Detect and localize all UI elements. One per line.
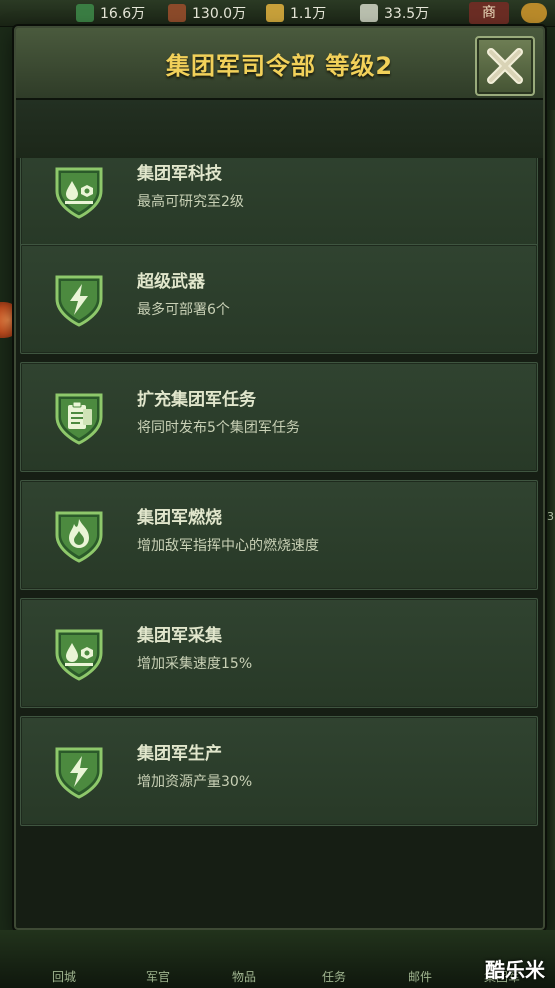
list-item: 集团军采集 增加采集速度15% [20, 598, 538, 708]
resource-tech[interactable]: 33.5万 [360, 3, 429, 23]
item-title: 集团军科技 [137, 164, 222, 184]
list-item: 集团军生产 增加资源产量30% [20, 716, 538, 826]
item-title: 扩充集团军任务 [137, 390, 256, 410]
resource-ore[interactable]: 130.0万 [168, 3, 246, 23]
oil-icon [76, 4, 94, 22]
item-desc: 增加采集速度15% [137, 656, 253, 672]
nav-tasks[interactable]: 任务 [322, 968, 346, 985]
ore-icon [168, 4, 186, 22]
dialog-subheader [16, 100, 543, 158]
dialog-header: 集团军司令部 等级2 [16, 28, 543, 100]
watermark: 酷乐米 [485, 958, 545, 982]
item-title: 超级武器 [137, 272, 205, 292]
list-item: 集团军燃烧 增加敌军指挥中心的燃烧速度 [20, 480, 538, 590]
resource-gold-value: 1.1万 [290, 6, 327, 22]
nav-items[interactable]: 物品 [232, 968, 256, 985]
item-desc: 增加敌军指挥中心的燃烧速度 [137, 538, 319, 554]
item-desc: 最高可研究至2级 [137, 194, 244, 210]
resource-oil[interactable]: 16.6万 [76, 3, 145, 23]
list-item: 集团军科技 最高可研究至2级 [20, 158, 538, 246]
resource-gold[interactable]: 1.1万 [266, 3, 326, 23]
lightning-icon [55, 747, 103, 799]
nav-mail[interactable]: 邮件 [408, 968, 432, 985]
item-desc: 最多可部署6个 [137, 302, 230, 318]
alliance-hq-dialog: 集团军司令部 等级2 集团军科技 最高可研究至2级 超级武器 最多可部署6个 扩… [14, 26, 545, 930]
resource-tech-value: 33.5万 [384, 6, 430, 22]
list-item: 超级武器 最多可部署6个 [20, 244, 538, 354]
flame-icon [55, 511, 103, 563]
lightning-icon [55, 275, 103, 327]
item-title: 集团军生产 [137, 744, 222, 764]
item-desc: 将同时发布5个集团军任务 [137, 420, 300, 436]
shop-button[interactable]: 商 [469, 2, 509, 24]
close-icon [487, 48, 523, 84]
item-title: 集团军燃烧 [137, 508, 222, 528]
resource-icon [55, 167, 103, 219]
nav-return-city[interactable]: 回城 [52, 968, 76, 985]
perk-list[interactable]: 集团军科技 最高可研究至2级 超级武器 最多可部署6个 扩充集团军任务 将同时发… [20, 158, 539, 838]
item-title: 集团军采集 [137, 626, 222, 646]
resource-bar: 16.6万 130.0万 1.1万 33.5万 商 [0, 0, 555, 27]
resource-ore-value: 130.0万 [192, 6, 247, 22]
item-desc: 增加资源产量30% [137, 774, 253, 790]
gold-icon [266, 4, 284, 22]
coin-icon[interactable] [521, 3, 547, 23]
resource-icon [55, 629, 103, 681]
bottom-nav: 回城 军官 物品 任务 邮件 集团军 [0, 930, 555, 988]
tech-icon [360, 4, 378, 22]
close-button[interactable] [475, 36, 535, 96]
nav-officers[interactable]: 军官 [146, 968, 170, 985]
task-icon [55, 393, 103, 445]
resource-oil-value: 16.6万 [100, 6, 146, 22]
list-item: 扩充集团军任务 将同时发布5个集团军任务 [20, 362, 538, 472]
dialog-title: 集团军司令部 等级2 [165, 52, 394, 80]
